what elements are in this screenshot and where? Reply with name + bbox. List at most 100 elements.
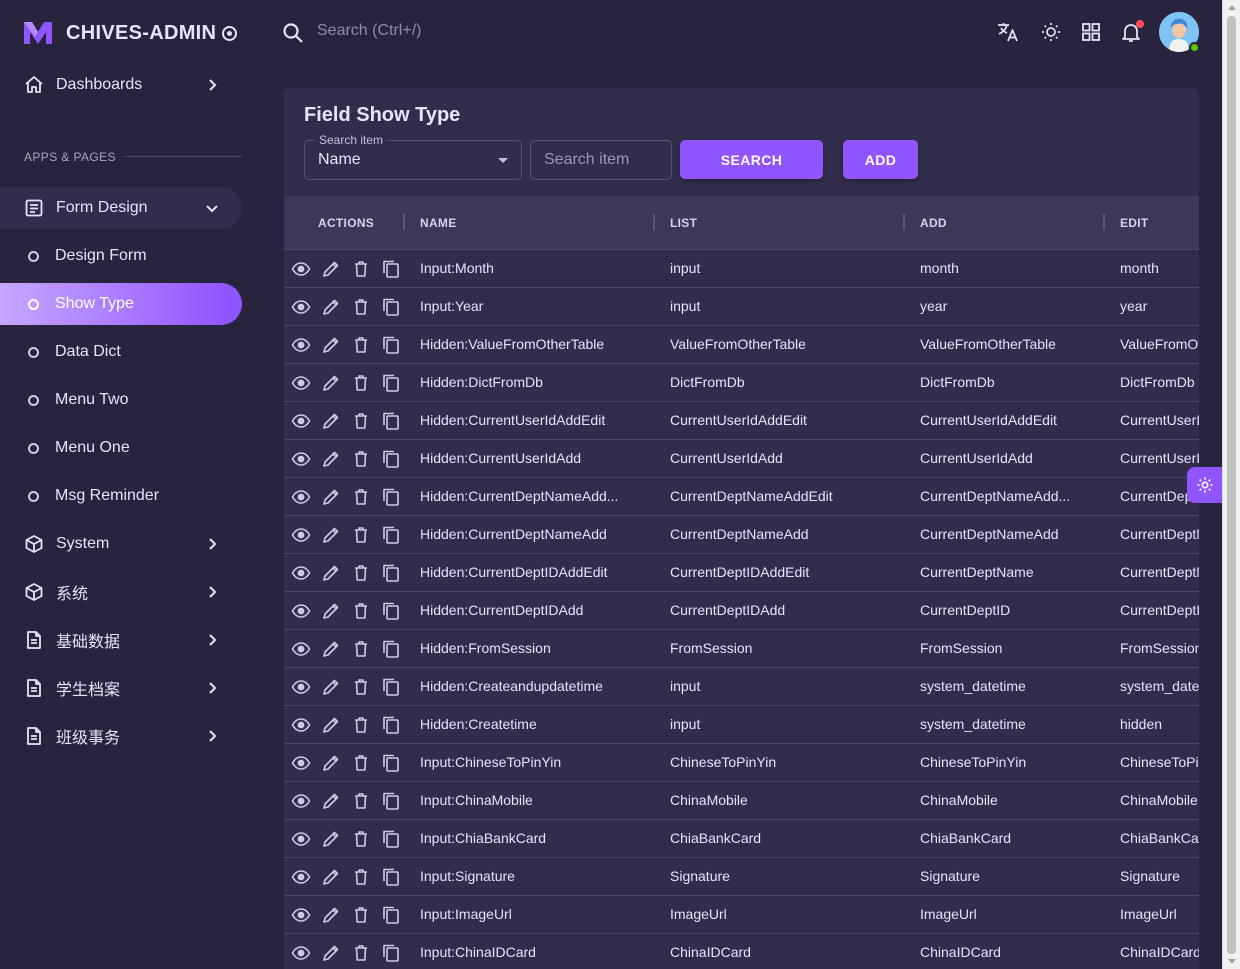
search-item-select[interactable]: Search item Name: [304, 133, 522, 180]
sidebar-item-menu-two[interactable]: Menu Two: [0, 379, 242, 421]
delete-trash-icon[interactable]: [351, 639, 371, 659]
column-separator[interactable]: [653, 214, 655, 230]
copy-icon[interactable]: [381, 563, 401, 583]
delete-trash-icon[interactable]: [351, 563, 371, 583]
view-eye-icon[interactable]: [291, 601, 311, 621]
search-icon[interactable]: [282, 22, 304, 44]
edit-pencil-icon[interactable]: [321, 487, 341, 507]
copy-icon[interactable]: [381, 487, 401, 507]
view-eye-icon[interactable]: [291, 449, 311, 469]
edit-pencil-icon[interactable]: [321, 943, 341, 963]
page-scrollbar[interactable]: [1222, 0, 1240, 969]
delete-trash-icon[interactable]: [351, 867, 371, 887]
copy-icon[interactable]: [381, 867, 401, 887]
apps-grid-icon[interactable]: [1079, 20, 1103, 44]
scroll-thumb[interactable]: [1227, 16, 1236, 954]
delete-trash-icon[interactable]: [351, 677, 371, 697]
view-eye-icon[interactable]: [291, 335, 311, 355]
copy-icon[interactable]: [381, 259, 401, 279]
delete-trash-icon[interactable]: [351, 487, 371, 507]
delete-trash-icon[interactable]: [351, 905, 371, 925]
customizer-button[interactable]: [1187, 467, 1223, 503]
view-eye-icon[interactable]: [291, 487, 311, 507]
sidebar-item-student-records[interactable]: 学生档案: [0, 667, 242, 709]
view-eye-icon[interactable]: [291, 297, 311, 317]
view-eye-icon[interactable]: [291, 943, 311, 963]
sidebar-item-show-type[interactable]: Show Type: [0, 283, 242, 325]
copy-icon[interactable]: [381, 525, 401, 545]
scroll-down-arrow-icon[interactable]: [1228, 959, 1236, 964]
delete-trash-icon[interactable]: [351, 753, 371, 773]
copy-icon[interactable]: [381, 601, 401, 621]
sidebar-item-design-form[interactable]: Design Form: [0, 235, 242, 277]
copy-icon[interactable]: [381, 373, 401, 393]
edit-pencil-icon[interactable]: [321, 259, 341, 279]
sidebar-item-dashboards[interactable]: Dashboards: [0, 64, 242, 106]
sidebar-item-class-affairs[interactable]: 班级事务: [0, 715, 242, 757]
brand[interactable]: CHIVES-ADMIN: [22, 18, 238, 48]
copy-icon[interactable]: [381, 297, 401, 317]
edit-pencil-icon[interactable]: [321, 905, 341, 925]
copy-icon[interactable]: [381, 753, 401, 773]
view-eye-icon[interactable]: [291, 905, 311, 925]
delete-trash-icon[interactable]: [351, 373, 371, 393]
view-eye-icon[interactable]: [291, 677, 311, 697]
edit-pencil-icon[interactable]: [321, 791, 341, 811]
sidebar-item-menu-one[interactable]: Menu One: [0, 427, 242, 469]
edit-pencil-icon[interactable]: [321, 867, 341, 887]
view-eye-icon[interactable]: [291, 867, 311, 887]
delete-trash-icon[interactable]: [351, 943, 371, 963]
view-eye-icon[interactable]: [291, 373, 311, 393]
edit-pencil-icon[interactable]: [321, 639, 341, 659]
edit-pencil-icon[interactable]: [321, 829, 341, 849]
sidebar-toggle-icon[interactable]: [222, 25, 238, 41]
edit-pencil-icon[interactable]: [321, 753, 341, 773]
sidebar-item-form-design[interactable]: Form Design: [0, 187, 242, 229]
sidebar-item-msg-reminder[interactable]: Msg Reminder: [0, 475, 242, 517]
delete-trash-icon[interactable]: [351, 297, 371, 317]
delete-trash-icon[interactable]: [351, 829, 371, 849]
column-header-list[interactable]: LIST: [670, 216, 697, 230]
copy-icon[interactable]: [381, 715, 401, 735]
view-eye-icon[interactable]: [291, 259, 311, 279]
edit-pencil-icon[interactable]: [321, 373, 341, 393]
sidebar-item-system-cn[interactable]: 系统: [0, 571, 242, 613]
delete-trash-icon[interactable]: [351, 259, 371, 279]
copy-icon[interactable]: [381, 943, 401, 963]
search-input[interactable]: [530, 140, 672, 180]
column-separator[interactable]: [1103, 214, 1105, 230]
copy-icon[interactable]: [381, 335, 401, 355]
view-eye-icon[interactable]: [291, 525, 311, 545]
edit-pencil-icon[interactable]: [321, 601, 341, 621]
column-header-edit[interactable]: EDIT: [1120, 216, 1149, 230]
view-eye-icon[interactable]: [291, 411, 311, 431]
edit-pencil-icon[interactable]: [321, 525, 341, 545]
edit-pencil-icon[interactable]: [321, 715, 341, 735]
search-button[interactable]: SEARCH: [680, 140, 823, 179]
delete-trash-icon[interactable]: [351, 449, 371, 469]
delete-trash-icon[interactable]: [351, 411, 371, 431]
global-search-input[interactable]: Search (Ctrl+/): [317, 22, 421, 40]
copy-icon[interactable]: [381, 411, 401, 431]
edit-pencil-icon[interactable]: [321, 411, 341, 431]
add-button[interactable]: ADD: [843, 140, 918, 179]
edit-pencil-icon[interactable]: [321, 563, 341, 583]
view-eye-icon[interactable]: [291, 563, 311, 583]
copy-icon[interactable]: [381, 449, 401, 469]
sidebar-item-data-dict[interactable]: Data Dict: [0, 331, 242, 373]
delete-trash-icon[interactable]: [351, 601, 371, 621]
column-header-name[interactable]: NAME: [420, 216, 457, 230]
copy-icon[interactable]: [381, 791, 401, 811]
scroll-up-arrow-icon[interactable]: [1228, 5, 1236, 10]
column-separator[interactable]: [903, 214, 905, 230]
view-eye-icon[interactable]: [291, 791, 311, 811]
sidebar-item-system[interactable]: System: [0, 523, 242, 565]
theme-sun-icon[interactable]: [1039, 20, 1063, 44]
edit-pencil-icon[interactable]: [321, 335, 341, 355]
view-eye-icon[interactable]: [291, 829, 311, 849]
edit-pencil-icon[interactable]: [321, 449, 341, 469]
view-eye-icon[interactable]: [291, 753, 311, 773]
delete-trash-icon[interactable]: [351, 791, 371, 811]
delete-trash-icon[interactable]: [351, 525, 371, 545]
delete-trash-icon[interactable]: [351, 715, 371, 735]
